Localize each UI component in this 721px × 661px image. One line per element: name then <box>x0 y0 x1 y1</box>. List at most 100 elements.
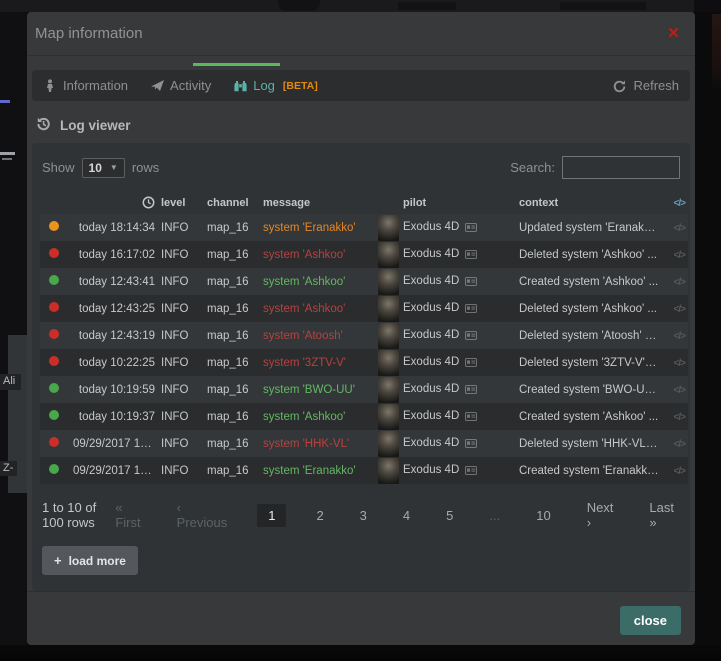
row-raw-cell[interactable]: </> <box>662 268 688 295</box>
status-dot-icon <box>49 329 59 339</box>
log-time: today 10:19:59 <box>70 376 158 403</box>
pagination-page-10[interactable]: 10 <box>530 504 556 527</box>
close-button[interactable]: close <box>620 606 681 635</box>
refresh-button[interactable]: Refresh <box>613 78 679 93</box>
table-row[interactable]: today 16:17:02 INFO map_16 system 'Ashko… <box>40 241 688 268</box>
pagination-next[interactable]: Next › <box>581 496 620 534</box>
tab-information[interactable]: Information <box>43 78 128 93</box>
row-raw-cell[interactable]: </> <box>662 457 688 484</box>
table-row[interactable]: today 10:19:59 INFO map_16 system 'BWO-U… <box>40 376 688 403</box>
tab-log[interactable]: Log [BETA] <box>233 78 318 93</box>
rows-label: rows <box>132 160 159 175</box>
column-context[interactable]: context <box>516 191 662 214</box>
table-row[interactable]: today 12:43:19 INFO map_16 system 'Atoos… <box>40 322 688 349</box>
log-level: INFO <box>158 403 204 430</box>
pilot-name: Exodus 4D <box>403 383 459 395</box>
pilot-name: Exodus 4D <box>403 410 459 422</box>
pilot-avatar <box>378 296 399 322</box>
pagination-page-3[interactable]: 3 <box>354 504 373 527</box>
pilot-cell: Exodus 4D <box>400 295 516 322</box>
status-cell <box>40 457 70 484</box>
log-level: INFO <box>158 322 204 349</box>
search-input[interactable] <box>562 156 680 179</box>
binoculars-icon <box>233 80 247 92</box>
map-information-dialog: Map information × Information Activity <box>27 12 695 645</box>
log-level: INFO <box>158 214 204 241</box>
log-level: INFO <box>158 430 204 457</box>
table-row[interactable]: today 10:19:37 INFO map_16 system 'Ashko… <box>40 403 688 430</box>
column-pilot[interactable]: pilot <box>400 191 516 214</box>
pagination-page-4[interactable]: 4 <box>397 504 416 527</box>
avatar-cell <box>378 268 400 295</box>
log-level: INFO <box>158 268 204 295</box>
street-view-icon <box>43 79 57 93</box>
row-raw-cell[interactable]: </> <box>662 403 688 430</box>
dialog-body: Information Activity Log [BETA] Refresh <box>27 56 695 591</box>
log-channel: map_16 <box>204 322 260 349</box>
log-context: Deleted system 'Atoosh' #... <box>516 322 662 349</box>
background-ship-mark <box>0 152 15 155</box>
status-cell <box>40 241 70 268</box>
dialog-title: Map information <box>35 25 143 42</box>
close-icon[interactable]: × <box>662 24 685 43</box>
column-message[interactable]: message <box>260 191 378 214</box>
search-area: Search: <box>510 156 680 179</box>
code-icon: </> <box>674 331 685 342</box>
id-card-icon <box>465 303 477 315</box>
log-time: today 12:43:19 <box>70 322 158 349</box>
table-row[interactable]: today 10:22:25 INFO map_16 system '3ZTV-… <box>40 349 688 376</box>
pilot-avatar <box>378 323 399 349</box>
table-row[interactable]: today 12:43:41 INFO map_16 system 'Ashko… <box>40 268 688 295</box>
pilot-avatar <box>378 350 399 376</box>
refresh-icon <box>613 78 626 93</box>
log-context: Created system 'Ashkoo' ... <box>516 403 662 430</box>
tab-label: Activity <box>170 78 211 93</box>
pagination-page-2[interactable]: 2 <box>310 504 329 527</box>
column-avatar <box>378 191 400 214</box>
row-raw-cell[interactable]: </> <box>662 214 688 241</box>
row-raw-cell[interactable]: </> <box>662 349 688 376</box>
table-row[interactable]: today 18:14:34 INFO map_16 system 'Erana… <box>40 214 688 241</box>
tab-activity[interactable]: Activity <box>150 78 211 93</box>
table-row[interactable]: 09/29/2017 17:34:25 INFO map_16 system '… <box>40 430 688 457</box>
table-row[interactable]: today 12:43:25 INFO map_16 system 'Ashko… <box>40 295 688 322</box>
pagination-page-5[interactable]: 5 <box>440 504 459 527</box>
pagination-previous[interactable]: ‹ Previous <box>171 496 234 534</box>
pagination-page-1[interactable]: 1 <box>257 504 286 527</box>
column-level[interactable]: level <box>158 191 204 214</box>
log-channel: map_16 <box>204 214 260 241</box>
pilot-name: Exodus 4D <box>403 356 459 368</box>
pilot-name: Exodus 4D <box>403 275 459 287</box>
row-raw-cell[interactable]: </> <box>662 430 688 457</box>
column-time[interactable] <box>70 191 158 214</box>
log-level: INFO <box>158 295 204 322</box>
avatar-cell <box>378 322 400 349</box>
log-context: Created system 'Eranakko... <box>516 457 662 484</box>
row-raw-cell[interactable]: </> <box>662 241 688 268</box>
log-channel: map_16 <box>204 349 260 376</box>
avatar-cell <box>378 241 400 268</box>
row-raw-cell[interactable]: </> <box>662 322 688 349</box>
log-context: Deleted system '3ZTV-V' #... <box>516 349 662 376</box>
row-raw-cell[interactable]: </> <box>662 376 688 403</box>
pagination-last[interactable]: Last » <box>643 496 680 534</box>
code-icon: </> <box>674 223 685 234</box>
page-size-select[interactable]: 10 ▼ <box>82 158 125 178</box>
status-dot-icon <box>49 356 59 366</box>
log-message: system 'Ashkoo' <box>260 241 378 268</box>
pagination-first[interactable]: « First <box>109 496 146 534</box>
pilot-avatar <box>378 269 399 295</box>
status-dot-icon <box>49 437 59 447</box>
load-more-button[interactable]: + load more <box>42 546 138 575</box>
pilot-avatar <box>378 377 399 403</box>
id-card-icon <box>465 465 477 477</box>
log-message: system 'Ashkoo' <box>260 268 378 295</box>
row-raw-cell[interactable]: </> <box>662 295 688 322</box>
plus-icon: + <box>54 553 62 568</box>
status-cell <box>40 295 70 322</box>
column-channel[interactable]: channel <box>204 191 260 214</box>
background-system-label: Z- <box>0 461 17 476</box>
pilot-name: Exodus 4D <box>403 248 459 260</box>
log-time: today 10:19:37 <box>70 403 158 430</box>
table-row[interactable]: 09/29/2017 16:41:17 INFO map_16 system '… <box>40 457 688 484</box>
